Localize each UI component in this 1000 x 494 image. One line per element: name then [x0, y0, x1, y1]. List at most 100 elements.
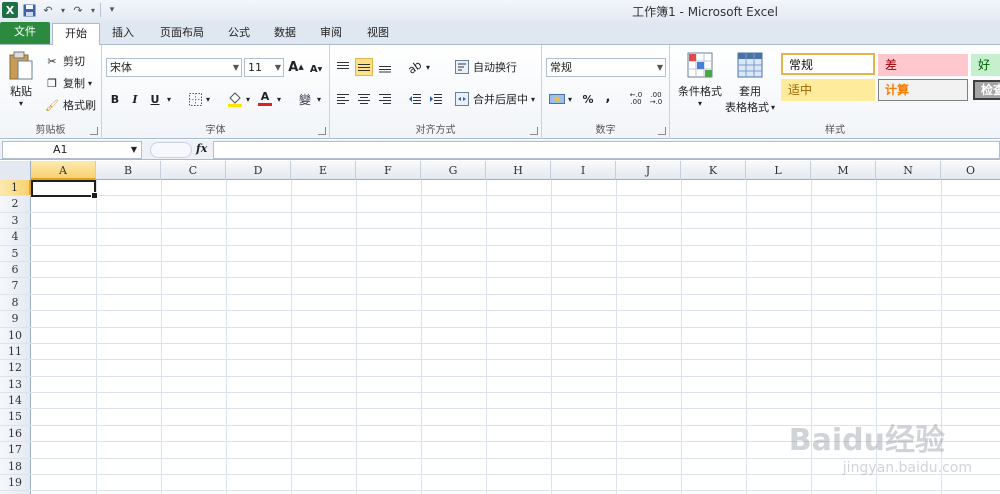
row-header[interactable]: 14: [0, 393, 31, 409]
row-header[interactable]: 1: [0, 180, 31, 196]
dialog-launcher-icon[interactable]: [530, 127, 538, 135]
decrease-decimal-button[interactable]: .00 →.0: [646, 90, 666, 108]
formula-bar-splitter[interactable]: [150, 142, 192, 158]
conditional-formatting-button[interactable]: 条件格式 ▾: [674, 51, 726, 108]
tab-formulas[interactable]: 公式: [220, 23, 258, 45]
row-header[interactable]: 4: [0, 229, 31, 245]
align-middle-button[interactable]: [355, 58, 373, 76]
worksheet-grid[interactable]: A B C D E F G H I J K L M N O 1 2 3 4 5 …: [0, 161, 1000, 494]
align-bottom-button[interactable]: [376, 58, 394, 76]
font-name-select[interactable]: 宋体 ▼: [106, 58, 242, 77]
borders-button[interactable]: [186, 90, 204, 108]
align-center-button[interactable]: [355, 90, 373, 108]
cut-button[interactable]: ✂ 剪切: [44, 53, 85, 69]
number-format-select[interactable]: 常规 ▼: [546, 58, 666, 77]
align-top-button[interactable]: [334, 58, 352, 76]
shrink-font-button[interactable]: A ▼: [307, 60, 325, 78]
fill-color-button[interactable]: [226, 90, 244, 108]
font-color-button[interactable]: A: [256, 89, 274, 107]
tab-view[interactable]: 视图: [358, 23, 398, 45]
row-header[interactable]: 12: [0, 360, 31, 376]
tab-review[interactable]: 审阅: [312, 23, 350, 45]
row-header[interactable]: 5: [0, 245, 31, 261]
bold-button[interactable]: B: [106, 90, 124, 108]
percent-button[interactable]: %: [579, 90, 597, 108]
wrap-text-button[interactable]: 自动换行: [454, 59, 517, 75]
accounting-format-button[interactable]: [548, 90, 566, 108]
column-header-c[interactable]: C: [161, 161, 226, 180]
formula-input[interactable]: [213, 141, 1000, 159]
row-header[interactable]: 3: [0, 212, 31, 229]
dialog-launcher-icon[interactable]: [90, 127, 98, 135]
name-box[interactable]: A1 ▼: [2, 141, 142, 159]
column-header-m[interactable]: M: [811, 161, 876, 180]
column-header-i[interactable]: I: [551, 161, 616, 180]
chevron-down-icon[interactable]: ▾: [314, 90, 324, 108]
column-header-e[interactable]: E: [291, 161, 356, 180]
column-header-k[interactable]: K: [681, 161, 746, 180]
column-header-a[interactable]: A: [31, 161, 96, 180]
increase-decimal-button[interactable]: ←.0.00: [626, 90, 646, 108]
style-good[interactable]: 好: [971, 54, 1000, 76]
insert-function-icon[interactable]: fx: [196, 142, 207, 155]
column-header-j[interactable]: J: [616, 161, 681, 180]
style-bad[interactable]: 差: [878, 54, 968, 76]
phonetic-button[interactable]: 變: [296, 90, 314, 108]
column-header-d[interactable]: D: [226, 161, 291, 180]
row-header[interactable]: 7: [0, 278, 31, 294]
font-size-select[interactable]: 11 ▼: [244, 58, 284, 77]
style-calculation[interactable]: 计算: [878, 79, 968, 101]
tab-page-layout[interactable]: 页面布局: [152, 23, 212, 45]
row-header[interactable]: 19: [0, 475, 31, 491]
row-header[interactable]: 10: [0, 327, 31, 343]
tab-file[interactable]: 文件: [0, 22, 50, 44]
tab-data[interactable]: 数据: [266, 23, 304, 45]
tab-home[interactable]: 开始: [52, 23, 100, 46]
column-header-f[interactable]: F: [356, 161, 421, 180]
format-painter-button[interactable]: 🖌 格式刷: [44, 97, 96, 113]
row-header[interactable]: 6: [0, 261, 31, 278]
row-header[interactable]: 9: [0, 311, 31, 327]
chevron-down-icon[interactable]: ▾: [164, 90, 174, 108]
column-header-o[interactable]: O: [941, 161, 1000, 180]
italic-button[interactable]: I: [126, 90, 144, 108]
copy-button[interactable]: ❐ 复制 ▾: [44, 75, 92, 91]
align-right-button[interactable]: [376, 90, 394, 108]
dialog-launcher-icon[interactable]: [658, 127, 666, 135]
tab-insert[interactable]: 插入: [104, 23, 142, 45]
style-neutral[interactable]: 适中: [781, 79, 875, 101]
paste-button[interactable]: 粘贴 ▾: [4, 51, 38, 108]
row-header[interactable]: 2: [0, 196, 31, 212]
row-header[interactable]: 11: [0, 343, 31, 360]
row-header[interactable]: 18: [0, 458, 31, 475]
column-header-g[interactable]: G: [421, 161, 486, 180]
dialog-launcher-icon[interactable]: [318, 127, 326, 135]
grow-font-button[interactable]: A ▲: [287, 58, 305, 76]
column-header-l[interactable]: L: [746, 161, 811, 180]
merge-center-button[interactable]: 合并后居中 ▾: [454, 91, 535, 107]
align-left-button[interactable]: [334, 90, 352, 108]
row-header[interactable]: 17: [0, 442, 31, 458]
underline-button[interactable]: U: [146, 90, 164, 108]
chevron-down-icon[interactable]: ▾: [203, 90, 213, 108]
active-cell-a1[interactable]: [31, 180, 98, 199]
chevron-down-icon[interactable]: ▾: [274, 90, 284, 108]
row-header[interactable]: 8: [0, 294, 31, 311]
row-header[interactable]: 16: [0, 425, 31, 442]
style-normal[interactable]: 常规: [781, 53, 875, 75]
chevron-down-icon[interactable]: ▾: [243, 90, 253, 108]
column-header-n[interactable]: N: [876, 161, 941, 180]
format-as-table-button[interactable]: 套用 表格格式 ▾: [724, 51, 776, 115]
decrease-indent-button[interactable]: [406, 90, 424, 108]
chevron-down-icon[interactable]: ▾: [423, 58, 433, 76]
column-header-h[interactable]: H: [486, 161, 551, 180]
chevron-down-icon[interactable]: ▾: [565, 90, 575, 108]
style-check-cell[interactable]: 检查: [973, 80, 1000, 100]
increase-indent-button[interactable]: [427, 90, 445, 108]
orientation-button[interactable]: ab: [406, 58, 425, 77]
select-all-corner[interactable]: [0, 161, 31, 180]
comma-style-button[interactable]: ,: [599, 88, 617, 106]
column-header-b[interactable]: B: [96, 161, 161, 180]
row-header[interactable]: 15: [0, 409, 31, 425]
row-header[interactable]: 13: [0, 376, 31, 393]
